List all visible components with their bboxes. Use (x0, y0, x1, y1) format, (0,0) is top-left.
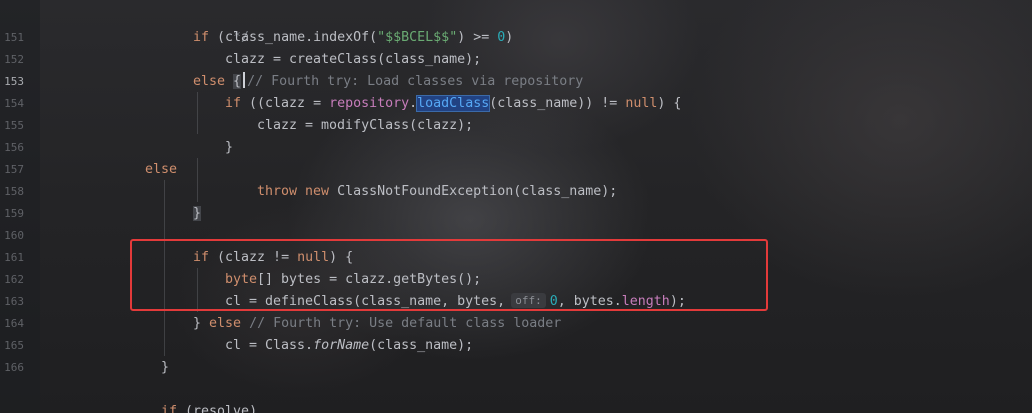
closing-brace: } (161, 360, 170, 375)
line-number: 156 (4, 141, 24, 154)
line-number: 151 (4, 31, 24, 44)
text-caret (243, 72, 246, 88)
code-text: clazz = modifyClass(clazz); (257, 118, 474, 133)
keyword-else: else (145, 162, 178, 177)
line-number: 157 (4, 163, 24, 176)
line-number-gutter[interactable]: 151 152 153 154 155 156 157 158 159 160 … (0, 0, 40, 413)
code-text: clazz = createClass(class_name); (225, 52, 482, 67)
highlighted-method-loadclass[interactable]: loadClass (416, 95, 491, 112)
line-number: 161 (4, 251, 24, 264)
code-line[interactable]: } (225, 137, 233, 159)
code-text: ClassNotFoundException(class_name); (329, 184, 618, 199)
static-method-forname: forName (313, 338, 370, 353)
field-repository: repository (329, 96, 410, 111)
closing-brace: } (225, 140, 234, 155)
code-line[interactable]: clazz = modifyClass(clazz); (257, 115, 473, 137)
keyword-if: if (225, 96, 242, 111)
code-text: ) { (657, 96, 682, 111)
keyword-null: null (625, 96, 658, 111)
code-line-current[interactable]: else { // Fourth try: Load classes via re… (193, 71, 583, 93)
code-text: (class_name.indexOf( (209, 30, 378, 45)
code-text: ) (505, 30, 514, 45)
string-literal: "$$BCEL$$" (377, 30, 458, 45)
line-number-current: 153 (4, 75, 24, 88)
code-line[interactable]: if (class_name.indexOf("$$BCEL$$") >= 0) (193, 27, 513, 49)
code-line[interactable]: */ (201, 5, 249, 45)
keyword-throw: throw (257, 184, 298, 199)
code-line[interactable]: else (145, 159, 177, 181)
keyword-else: else (209, 316, 242, 331)
line-number: 164 (4, 317, 24, 330)
code-line[interactable]: } (193, 203, 202, 225)
code-text: (class_name)) != (489, 96, 626, 111)
keyword-if: if (193, 30, 210, 45)
code-text: cl = Class. (225, 338, 314, 353)
code-line[interactable]: throw new ClassNotFoundException(class_n… (257, 181, 617, 203)
line-number: 152 (4, 53, 24, 66)
comment: // Fourth try: Load classes via reposito… (247, 74, 584, 89)
line-number: 160 (4, 229, 24, 242)
line-number: 155 (4, 119, 24, 132)
keyword-if: if (161, 404, 178, 413)
code-text: (resolve) (177, 404, 258, 413)
line-number: 165 (4, 339, 24, 352)
annotation-highlight-box (130, 239, 768, 311)
matched-brace: { (233, 74, 242, 89)
code-text: ((clazz = (241, 96, 330, 111)
code-line[interactable]: if ((clazz = repository.loadClass(class_… (225, 93, 681, 115)
comment: // Fourth try: Use default class loader (249, 316, 562, 331)
closing-brace: } (193, 316, 202, 331)
code-editor[interactable]: 151 152 153 154 155 156 157 158 159 160 … (0, 0, 1032, 413)
code-text: (class_name); (369, 338, 474, 353)
code-line[interactable]: clazz = createClass(class_name); (225, 49, 481, 71)
code-text: . (409, 96, 418, 111)
code-line[interactable]: if (resolve) (161, 401, 257, 413)
line-number: 162 (4, 273, 24, 286)
keyword-else: else (193, 74, 226, 89)
line-number: 154 (4, 97, 24, 110)
indent-guide (197, 92, 198, 134)
line-number: 158 (4, 185, 24, 198)
code-text: ) >= (457, 30, 498, 45)
keyword-new: new (305, 184, 330, 199)
code-line[interactable]: } else // Fourth try: Use default class … (193, 313, 561, 335)
code-line[interactable]: } (161, 357, 169, 379)
line-number: 166 (4, 361, 24, 374)
matched-brace: } (193, 206, 202, 221)
code-line[interactable]: cl = Class.forName(class_name); (225, 335, 473, 357)
line-number: 159 (4, 207, 24, 220)
line-number: 163 (4, 295, 24, 308)
indent-guide (197, 158, 198, 202)
